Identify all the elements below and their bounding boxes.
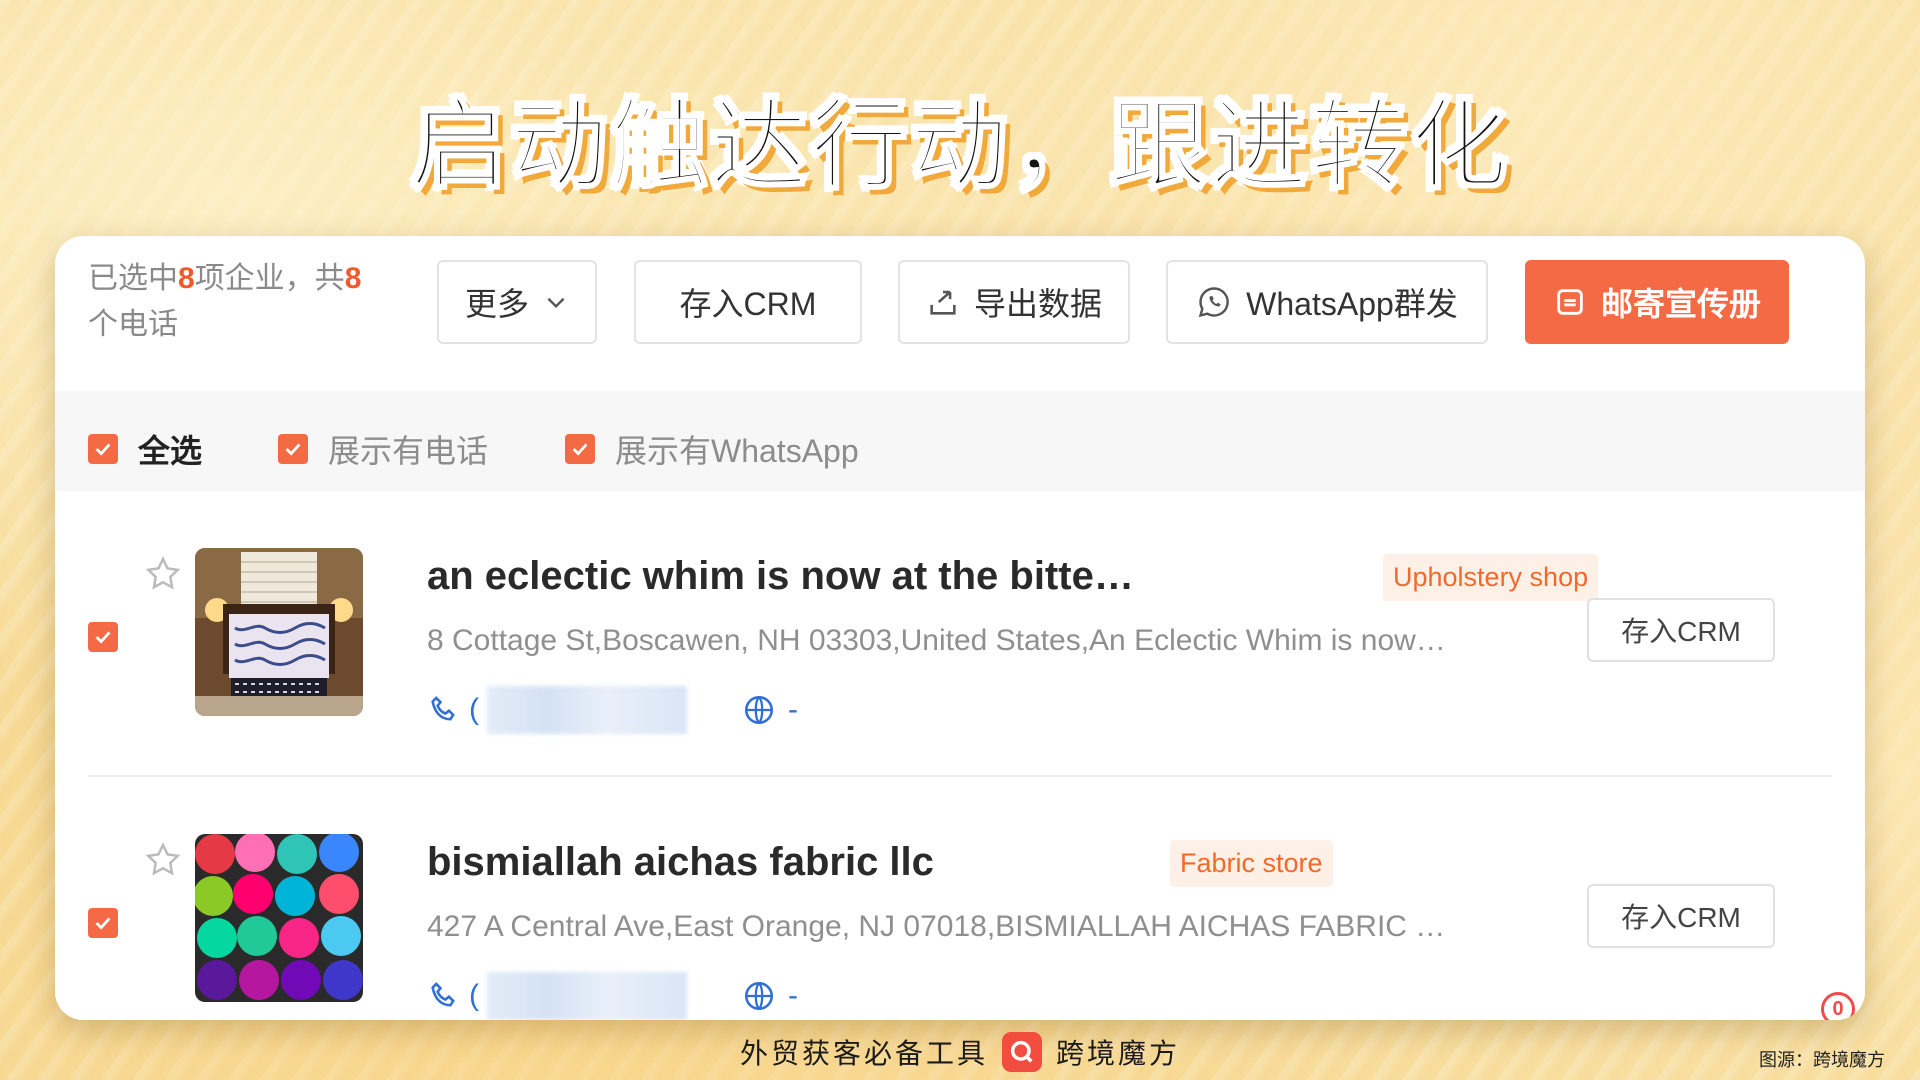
footer-slogan: 外贸获客必备工具 (739, 1038, 988, 1069)
contact-line: ( - (427, 686, 798, 734)
selection-mid: 项企业，共 (194, 262, 345, 295)
category-tag: Fabric store (1170, 840, 1333, 887)
star-icon[interactable] (143, 840, 183, 880)
export-data-button[interactable]: 导出数据 (898, 260, 1130, 344)
row-checkbox[interactable] (88, 622, 118, 652)
globe-icon (744, 981, 774, 1011)
headline: 启动触达行动，跟进转化 (408, 88, 1510, 205)
phone-icon (431, 982, 455, 1007)
row-checkbox[interactable] (88, 908, 118, 938)
business-address: 8 Cottage St,Boscawen, NH 03303,United S… (427, 624, 1446, 657)
whatsapp-icon (1198, 287, 1229, 318)
selection-summary: 已选中8项企业，共8 个电话 (88, 256, 408, 348)
image-source-credit: 图源：跨境魔方 (1759, 1050, 1885, 1070)
filter-bar: 全选 展示有电话 展示有WhatsApp (55, 391, 1865, 491)
contact-line: ( - (427, 972, 798, 1020)
show-whatsapp-label: 展示有WhatsApp (615, 433, 859, 469)
business-name[interactable]: an eclectic whim is now at the bitte… (427, 554, 1134, 599)
mail-label: 邮寄宣传册 (1600, 286, 1761, 322)
show-whatsapp-checkbox[interactable]: 展示有WhatsApp (565, 426, 859, 472)
website-value: - (788, 979, 798, 1012)
business-photo-bedroom (195, 548, 363, 716)
result-row: bismiallah aichas fabric llc Fabric stor… (55, 828, 1815, 1020)
chevron-down-icon (547, 297, 565, 309)
results-panel: 已选中8项企业，共8 个电话 更多 存入CRM 导出数据 WhatsApp群发 邮… (55, 236, 1865, 1020)
toolbar: 已选中8项企业，共8 个电话 更多 存入CRM 导出数据 WhatsApp群发 邮… (55, 236, 1865, 391)
redacted-phone (487, 972, 687, 1020)
result-row: an eclectic whim is now at the bitte… Up… (55, 542, 1815, 827)
brand-logo-icon (1002, 1032, 1042, 1072)
export-label: 导出数据 (973, 286, 1102, 322)
globe-icon (744, 695, 774, 725)
brochure-icon (1557, 289, 1583, 315)
checkbox-checked-icon (565, 434, 595, 464)
category-tag: Upholstery shop (1383, 554, 1599, 601)
checkbox-checked-icon (278, 434, 308, 464)
website-link[interactable]: - (742, 979, 798, 1013)
phone-count: 8 (344, 262, 362, 295)
footer: 外贸获客必备工具 跨境魔方 (0, 1032, 1920, 1072)
selected-count: 8 (178, 262, 195, 295)
notification-badge[interactable]: 0 (1821, 992, 1855, 1020)
select-all-checkbox[interactable]: 全选 (88, 426, 202, 472)
checkbox-checked-icon (88, 434, 118, 464)
save-crm-button[interactable]: 存入CRM (634, 260, 862, 344)
selection-prefix: 已选中 (88, 262, 178, 295)
select-all-label: 全选 (138, 433, 203, 469)
row-save-crm-button[interactable]: 存入CRM (1587, 884, 1775, 948)
save-crm-label: 存入CRM (679, 286, 817, 322)
export-icon (930, 290, 956, 315)
phone-prefix: ( (469, 693, 479, 726)
row-divider (88, 775, 1832, 777)
business-name[interactable]: bismiallah aichas fabric llc (427, 840, 934, 885)
row-save-crm-button[interactable]: 存入CRM (1587, 598, 1775, 662)
website-link[interactable]: - (742, 693, 798, 727)
whatsapp-label: WhatsApp群发 (1246, 286, 1458, 322)
phone-icon (431, 696, 455, 721)
show-phone-label: 展示有电话 (328, 433, 489, 469)
business-photo-fabric (195, 834, 363, 1002)
more-dropdown[interactable]: 更多 (437, 260, 597, 344)
selection-suffix: 个电话 (88, 308, 178, 341)
business-address: 427 A Central Ave,East Orange, NJ 07018,… (427, 910, 1446, 943)
phone-prefix: ( (469, 979, 479, 1012)
more-label: 更多 (464, 286, 529, 322)
website-value: - (788, 693, 798, 726)
star-icon[interactable] (143, 554, 183, 594)
footer-brand: 跨境魔方 (1056, 1038, 1181, 1069)
whatsapp-broadcast-button[interactable]: WhatsApp群发 (1166, 260, 1488, 344)
mail-brochure-button[interactable]: 邮寄宣传册 (1525, 260, 1789, 344)
redacted-phone (487, 686, 687, 734)
show-phone-checkbox[interactable]: 展示有电话 (278, 426, 488, 472)
